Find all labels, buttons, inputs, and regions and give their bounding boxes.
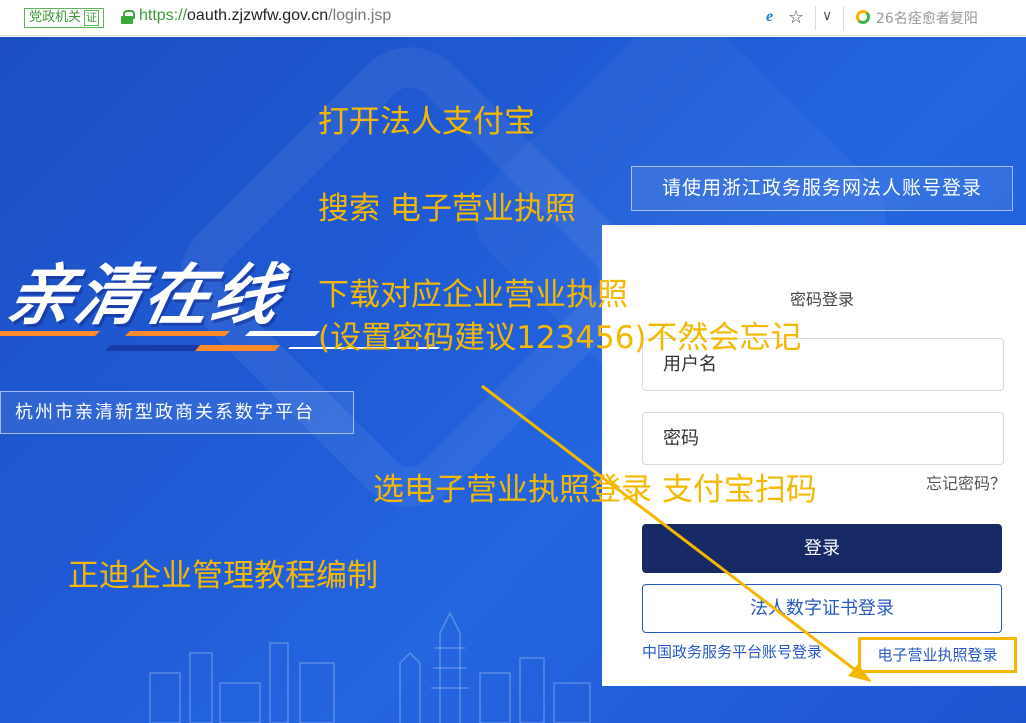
annotation-step3: 下载对应企业营业执照 bbox=[318, 277, 628, 313]
password-input[interactable]: 密码 bbox=[642, 412, 1004, 465]
cert-mark: 证 bbox=[84, 10, 100, 26]
url-path: /login.jsp bbox=[328, 7, 392, 24]
url-host: oauth.zjzwfw.gov.cn bbox=[187, 7, 329, 24]
annotation-step1: 打开法人支付宝 bbox=[318, 104, 535, 140]
url-field[interactable]: https://oauth.zjzwfw.gov.cn/login.jsp bbox=[139, 7, 391, 25]
login-hint-box: 请使用浙江政务服务网法人账号登录 bbox=[631, 166, 1013, 211]
chevron-down-icon[interactable]: ∨ bbox=[822, 8, 832, 24]
city-skyline-illustration bbox=[149, 611, 591, 723]
news-search-suggestion[interactable]: 26名痊愈者复阳 bbox=[876, 8, 978, 28]
search-icon[interactable] bbox=[856, 10, 870, 24]
annotation-step2: 搜索 电子营业执照 bbox=[318, 191, 576, 227]
annotation-step4: (设置密码建议123456)不然会忘记 bbox=[318, 320, 802, 356]
url-protocol: https:// bbox=[139, 7, 188, 24]
gov-agency-badge: 党政机关 证 bbox=[24, 8, 105, 28]
annotation-step5: 选电子营业执照登录 支付宝扫码 bbox=[373, 472, 817, 508]
forgot-password-link[interactable]: 忘记密码？ bbox=[926, 470, 1006, 494]
browser-address-bar: 党政机关 证 https://oauth.zjzwfw.gov.cn/login… bbox=[0, 0, 1026, 36]
divider bbox=[815, 6, 816, 30]
cert-login-button[interactable]: 法人数字证书登录 bbox=[642, 584, 1002, 633]
cn-gov-platform-login-link[interactable]: 中国政务服务平台账号登录 bbox=[642, 641, 822, 662]
star-icon[interactable]: ☆ bbox=[788, 7, 804, 28]
business-license-login-link[interactable]: 电子营业执照登录 bbox=[858, 637, 1017, 673]
login-card: 密码登录 用户名 密码 忘记密码？ 登录 法人数字证书登录 中国政务服务平台账号… bbox=[602, 225, 1026, 686]
ie-icon[interactable]: e bbox=[766, 9, 782, 25]
divider bbox=[843, 6, 844, 30]
lock-icon bbox=[121, 10, 135, 24]
login-button[interactable]: 登录 bbox=[642, 524, 1002, 573]
tab-password-login[interactable]: 密码登录 bbox=[790, 286, 854, 310]
platform-name-box: 杭州市亲清新型政商关系数字平台 bbox=[0, 391, 354, 434]
gov-badge-label: 党政机关 bbox=[29, 10, 82, 25]
qinqing-logo: 亲清在线 bbox=[0, 257, 290, 334]
annotation-credit: 正迪企业管理教程编制 bbox=[68, 558, 378, 594]
